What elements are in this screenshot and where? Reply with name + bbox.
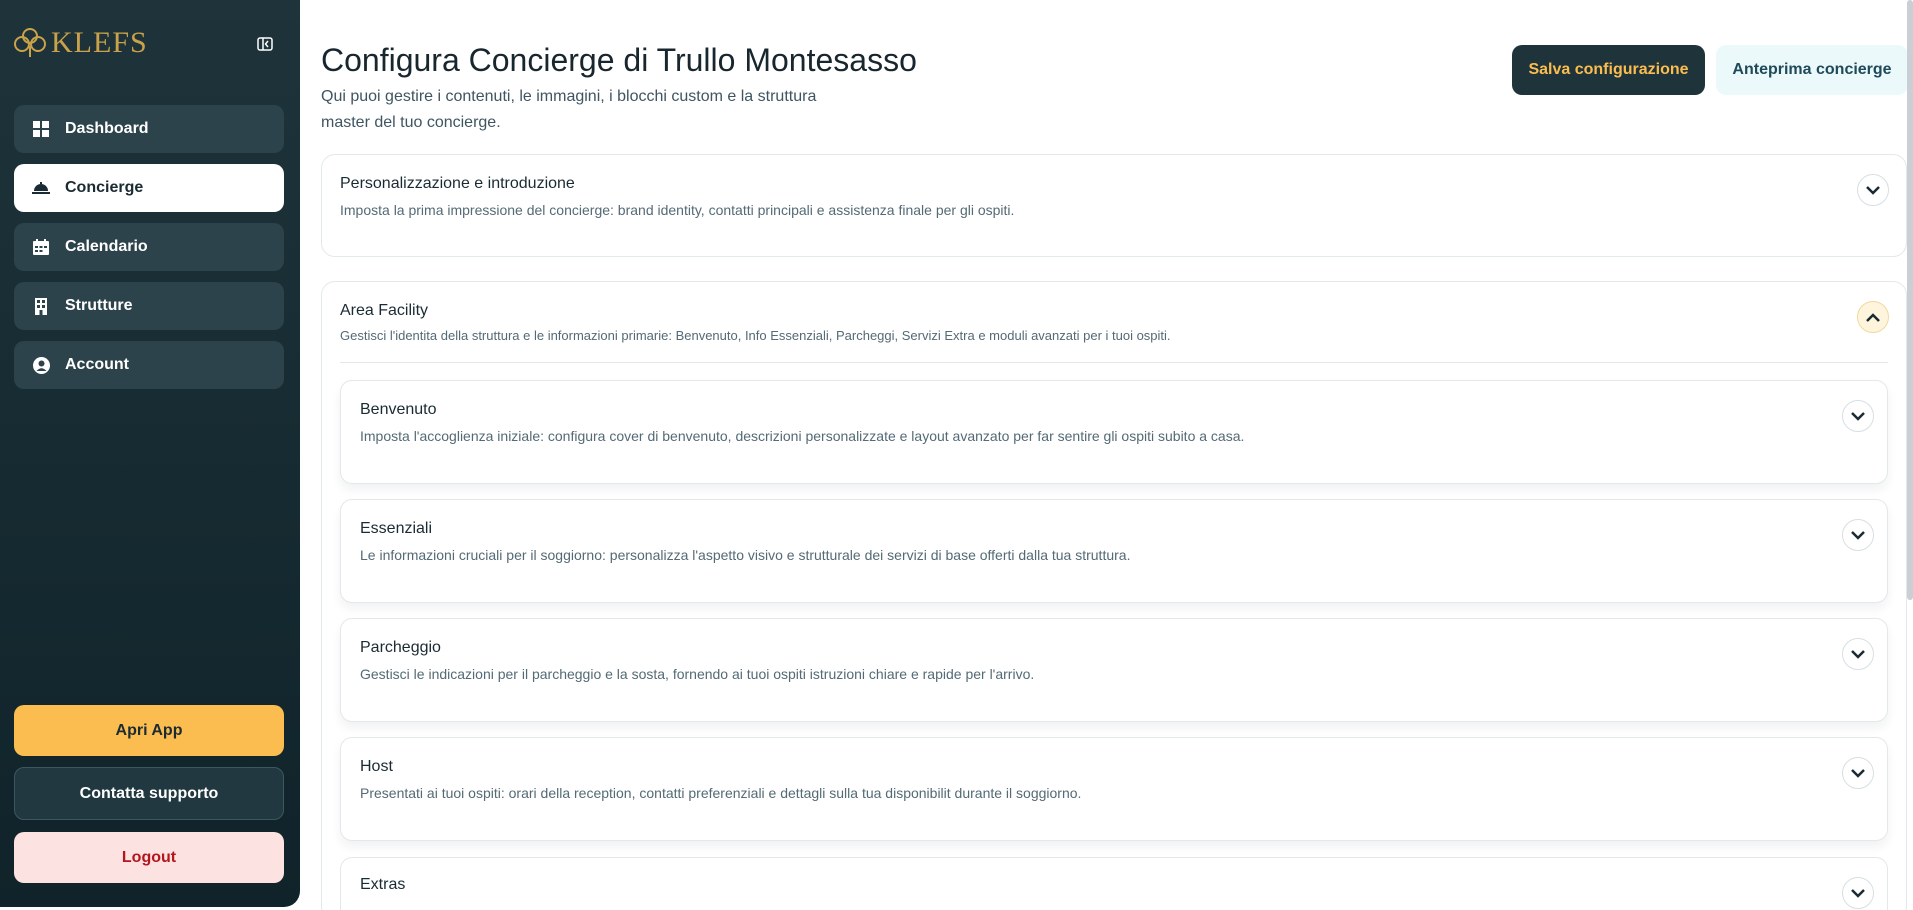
expand-toggle-button[interactable] bbox=[1842, 400, 1874, 432]
contact-support-button[interactable]: Contatta supporto bbox=[14, 767, 284, 820]
section-title: Area Facility bbox=[340, 302, 429, 319]
subsection-description: Le informazioni cruciali per il soggiorn… bbox=[360, 547, 1131, 563]
section-card-personalizzazione[interactable]: Personalizzazione e introduzione Imposta… bbox=[321, 154, 1907, 257]
subsection-card-essenziali[interactable]: Essenziali Le informazioni cruciali per … bbox=[340, 499, 1888, 603]
chevron-down-icon bbox=[1851, 411, 1865, 421]
sidebar-item-strutture[interactable]: Strutture bbox=[14, 282, 284, 330]
sidebar-nav: Dashboard Concierge Calendario Strutture… bbox=[14, 105, 284, 400]
sidebar-item-dashboard[interactable]: Dashboard bbox=[14, 105, 284, 153]
subsection-description: Gestisci le indicazioni per il parcheggi… bbox=[360, 666, 1035, 682]
preview-concierge-button[interactable]: Anteprima concierge bbox=[1716, 45, 1908, 95]
save-configuration-button[interactable]: Salva configurazione bbox=[1512, 45, 1705, 95]
page-title: Configura Concierge di Trullo Montesasso bbox=[321, 42, 917, 78]
subsection-title: Extras bbox=[360, 876, 406, 893]
sidebar-collapse-icon bbox=[257, 37, 273, 51]
chevron-up-icon bbox=[1866, 312, 1880, 322]
subsection-title: Essenziali bbox=[360, 520, 433, 537]
subsection-title: Benvenuto bbox=[360, 401, 437, 418]
expand-toggle-button[interactable] bbox=[1857, 174, 1889, 206]
section-description: Gestisci l'identita della struttura e le… bbox=[340, 328, 1171, 343]
sidebar-item-label: Account bbox=[65, 356, 129, 373]
brand-logo: KLEFS bbox=[13, 26, 148, 60]
open-app-button[interactable]: Apri App bbox=[14, 705, 284, 756]
brand-name: KLEFS bbox=[51, 26, 148, 59]
section-description: Imposta la prima impressione del concier… bbox=[340, 202, 1015, 218]
subsection-title: Host bbox=[360, 758, 393, 775]
section-title: Personalizzazione e introduzione bbox=[340, 175, 575, 192]
subsection-card-parcheggio[interactable]: Parcheggio Gestisci le indicazioni per i… bbox=[340, 618, 1888, 722]
chevron-down-icon bbox=[1851, 530, 1865, 540]
sidebar-item-label: Dashboard bbox=[65, 120, 149, 137]
building-icon bbox=[32, 297, 50, 315]
dashboard-grid-icon bbox=[32, 120, 50, 138]
chevron-down-icon bbox=[1866, 185, 1880, 195]
page-scrollbar[interactable] bbox=[1907, 0, 1913, 600]
expand-toggle-button[interactable] bbox=[1842, 877, 1874, 909]
subsection-title: Parcheggio bbox=[360, 639, 441, 656]
chevron-down-icon bbox=[1851, 888, 1865, 898]
expand-toggle-button[interactable] bbox=[1842, 638, 1874, 670]
logout-button[interactable]: Logout bbox=[14, 832, 284, 883]
subsection-card-extras[interactable]: Extras bbox=[340, 857, 1888, 910]
subsection-description: Presentati ai tuoi ospiti: orari della r… bbox=[360, 785, 1082, 801]
calendar-icon bbox=[32, 238, 50, 256]
app-window: KLEFS Dashboard Concierge Calendario Str… bbox=[0, 0, 1913, 910]
subsection-card-benvenuto[interactable]: Benvenuto Imposta l'accoglienza iniziale… bbox=[340, 380, 1888, 484]
expand-toggle-button[interactable] bbox=[1842, 757, 1874, 789]
sidebar-item-label: Calendario bbox=[65, 238, 148, 255]
page-subtitle: Qui puoi gestire i contenuti, le immagin… bbox=[321, 88, 817, 131]
collapse-toggle-button[interactable] bbox=[1857, 301, 1889, 333]
clover-logo-icon bbox=[14, 28, 46, 57]
concierge-bell-icon bbox=[32, 179, 50, 197]
chevron-down-icon bbox=[1851, 649, 1865, 659]
sidebar-item-concierge[interactable]: Concierge bbox=[14, 164, 284, 212]
subsection-description: Imposta l'accoglienza iniziale: configur… bbox=[360, 428, 1245, 444]
expand-toggle-button[interactable] bbox=[1842, 519, 1874, 551]
sidebar-item-account[interactable]: Account bbox=[14, 341, 284, 389]
sidebar-item-label: Concierge bbox=[65, 179, 144, 196]
sidebar-item-calendario[interactable]: Calendario bbox=[14, 223, 284, 271]
sidebar-collapse-button[interactable] bbox=[254, 34, 276, 54]
sidebar: KLEFS Dashboard Concierge Calendario Str… bbox=[0, 0, 300, 907]
chevron-down-icon bbox=[1851, 768, 1865, 778]
user-circle-icon bbox=[32, 356, 50, 374]
subsection-card-host[interactable]: Host Presentati ai tuoi ospiti: orari de… bbox=[340, 737, 1888, 841]
sidebar-item-label: Strutture bbox=[65, 297, 133, 314]
section-divider bbox=[340, 362, 1888, 363]
